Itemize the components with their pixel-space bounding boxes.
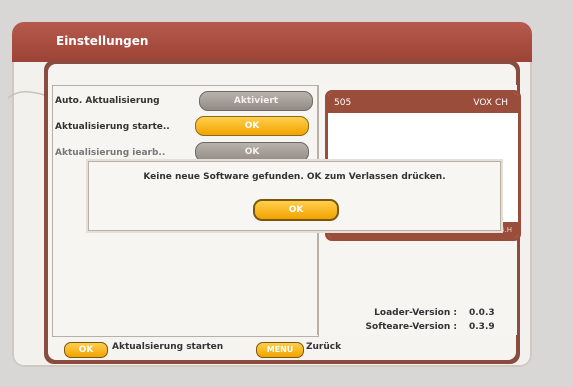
title-bar: Einstellungen [12, 22, 532, 62]
dialog-message: Keine neue Software gefunden. OK zum Ver… [143, 172, 446, 182]
dialog-ok-button[interactable]: OK [253, 199, 339, 221]
start-update-button[interactable]: OK [195, 116, 309, 136]
channel-name: VOX CH [473, 98, 508, 108]
screen: Einstellungen 505 VOX CH Itinaris F.7.9.… [0, 0, 573, 387]
setting-toggle-auto-update[interactable]: Aktiviert [199, 91, 313, 111]
setting-label-auto-update: Auto. Aktualisierung [55, 96, 160, 106]
setting-label-update-edit: Aktualisierung iearb.. [55, 148, 166, 158]
footer-menu-button[interactable]: MENU [256, 342, 304, 358]
footer-ok-button[interactable]: OK [64, 342, 108, 358]
software-version-label: Softeare-Version : [365, 322, 457, 332]
loader-version-value: 0.0.3 [469, 308, 495, 318]
loader-version-label: Loader-Version : [374, 308, 457, 318]
software-version-value: 0.3.9 [469, 322, 495, 332]
footer-bar: OK Aktualsierung starten MENU Zurück [56, 339, 506, 361]
channel-number: 505 [334, 98, 352, 108]
decorative-curve-icon [8, 91, 48, 99]
channel-header: 505 VOX CH [328, 93, 518, 113]
footer-ok-action: Aktualsierung starten [112, 342, 224, 352]
window-title: Einstellungen [56, 34, 149, 48]
setting-label-start-update: Aktualisierung starte.. [55, 122, 170, 132]
update-edit-button[interactable]: OK [195, 142, 309, 162]
footer-back-action: Zurück [306, 342, 342, 352]
message-dialog: Keine neue Software gefunden. OK zum Ver… [88, 161, 501, 231]
